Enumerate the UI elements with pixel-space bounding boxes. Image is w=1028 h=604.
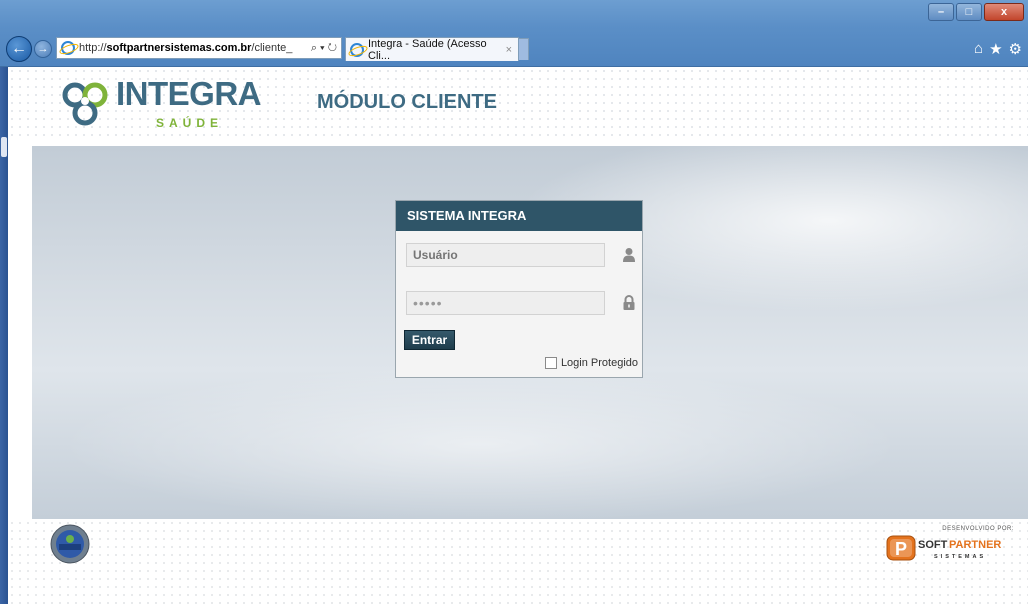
site-header: INTEGRA SAÚDE MÓDULO CLIENTE <box>8 67 1028 141</box>
developed-by-label: DESENVOLVIDO POR: <box>942 526 1014 532</box>
browser-titlebar: – □ x ← → http://softpartnersistemas.com… <box>0 0 1028 67</box>
svg-text:P: P <box>895 539 907 559</box>
login-protected-checkbox[interactable] <box>544 357 557 369</box>
new-tab-button[interactable] <box>519 38 529 60</box>
minimize-button[interactable]: – <box>928 3 954 21</box>
page: INTEGRA SAÚDE MÓDULO CLIENTE SISTEMA INT… <box>8 67 1028 604</box>
logo-subtitle: SAÚDE <box>156 116 224 130</box>
close-window-button[interactable]: x <box>984 3 1024 21</box>
password-field[interactable] <box>406 291 605 315</box>
back-button[interactable]: ← <box>6 36 32 62</box>
login-protected-label: Login Protegido <box>560 357 638 369</box>
integra-logo[interactable]: INTEGRA SAÚDE <box>60 75 262 131</box>
tab-close-icon[interactable]: × <box>506 44 512 56</box>
lock-icon <box>623 295 635 310</box>
partner-sub: SISTEMAS <box>934 554 986 560</box>
maximize-button[interactable]: □ <box>956 3 982 21</box>
page-title: MÓDULO CLIENTE <box>317 91 497 113</box>
user-icon <box>623 248 635 262</box>
partner-name-partner: PARTNER <box>949 539 1001 551</box>
tools-gear-icon[interactable]: ⚙ <box>1009 40 1022 58</box>
favorites-star-icon[interactable]: ★ <box>989 40 1002 58</box>
login-panel-title: SISTEMA INTEGRA <box>396 201 642 231</box>
window-controls: – □ x <box>928 3 1024 21</box>
tab-integra[interactable]: Integra - Saúde (Acesso Cli... × <box>345 37 519 62</box>
browser-toolbar-icons: ⌂ ★ ⚙ <box>974 40 1022 58</box>
site-footer: DESENVOLVIDO POR: P SOFT PARTNER SISTEMA… <box>8 519 1028 604</box>
partner-name-soft: SOFT <box>918 539 948 551</box>
login-panel: SISTEMA INTEGRA Entrar Login Protegido <box>395 200 643 378</box>
username-field[interactable] <box>406 243 605 267</box>
logo-text: INTEGRA <box>116 75 262 112</box>
positive-ssl-seal-icon[interactable] <box>50 524 90 564</box>
ie-icon <box>350 42 364 57</box>
home-icon[interactable]: ⌂ <box>974 40 983 58</box>
integra-logo-mark-icon <box>62 82 108 126</box>
favorites-pane-rail[interactable] <box>0 67 8 604</box>
login-protected-option[interactable]: Login Protegido <box>544 357 638 369</box>
address-bar[interactable]: http://softpartnersistemas.com.br/client… <box>56 37 342 59</box>
address-tools[interactable]: ⌕ ▾ ↻ <box>311 42 341 55</box>
tab-title: Integra - Saúde (Acesso Cli... <box>368 37 487 62</box>
ie-icon <box>61 41 75 55</box>
url-text: http://softpartnersistemas.com.br/client… <box>79 42 293 54</box>
softpartner-logo[interactable]: P SOFT PARTNER SISTEMAS <box>886 533 1014 563</box>
login-submit-button[interactable]: Entrar <box>404 330 455 350</box>
forward-button[interactable]: → <box>34 40 52 58</box>
